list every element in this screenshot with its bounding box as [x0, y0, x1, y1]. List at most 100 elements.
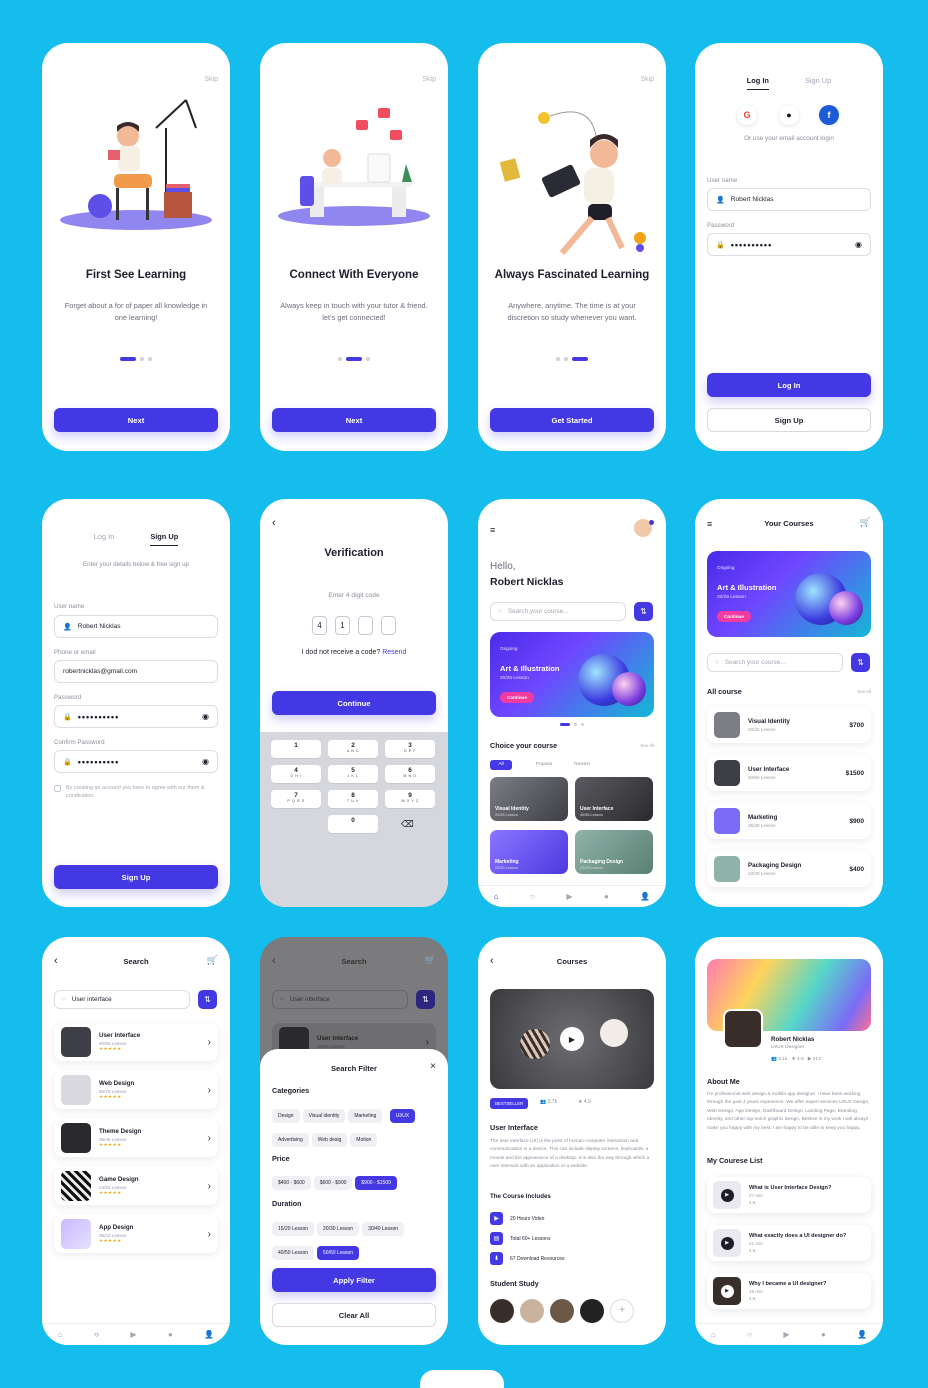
avatar[interactable]	[550, 1299, 574, 1323]
filter-tab-newest[interactable]: Newest	[574, 762, 590, 767]
key-7[interactable]: 7P Q R S	[271, 790, 321, 808]
resend-link[interactable]: Resend	[382, 649, 406, 656]
cart-icon[interactable]: 🛒	[425, 955, 436, 966]
chip[interactable]: Marketing	[348, 1109, 383, 1123]
signup-button[interactable]: Sign Up	[707, 408, 871, 432]
chat-icon[interactable]: ●	[168, 1330, 173, 1339]
username-field[interactable]: 👤 Robert Nicklas	[707, 188, 871, 211]
list-item[interactable]: Visual Identity 20/25 Lesson $700	[707, 707, 871, 743]
avatar[interactable]	[520, 1299, 544, 1323]
password-field[interactable]: 🔒 •••••••••• ◉	[707, 233, 871, 256]
backspace-icon[interactable]: ⌫	[401, 819, 414, 830]
list-item[interactable]: Marketing 25/39 Lesson $900	[707, 803, 871, 839]
chip[interactable]: Visual identity	[302, 1109, 346, 1123]
next-button[interactable]: Next	[272, 408, 436, 432]
filter-button[interactable]: ⇅	[198, 990, 217, 1009]
chat-icon[interactable]: ●	[821, 1330, 826, 1339]
terms-checkbox[interactable]	[54, 785, 61, 792]
chip[interactable]: 40/50 Lesson	[272, 1246, 315, 1260]
chip[interactable]: $600 - $900	[313, 1176, 353, 1190]
search-icon[interactable]: ○	[94, 1330, 99, 1339]
tab-signup[interactable]: Sign Up	[805, 76, 831, 90]
cart-icon[interactable]: 🛒	[860, 517, 871, 528]
course-card[interactable]: Visual Identity 20/25 Lesson	[490, 777, 568, 821]
add-student-button[interactable]: +	[610, 1299, 634, 1323]
key-8[interactable]: 8T U V	[328, 790, 378, 808]
play-icon[interactable]: ▶	[566, 892, 572, 901]
continue-button[interactable]: Continue	[272, 691, 436, 715]
chip[interactable]: Advertising	[272, 1133, 309, 1147]
key-2[interactable]: 2A B C	[328, 740, 378, 758]
chip[interactable]: Web desig	[311, 1133, 348, 1147]
video-item[interactable]: ▶ What is User Interface Design? 27 min 4.9	[707, 1177, 871, 1213]
video-item[interactable]: ▶ What exactly does a UI designer do? 21 m…	[707, 1225, 871, 1261]
code-digit-3[interactable]	[358, 616, 373, 635]
skip-link[interactable]: Skip	[204, 76, 218, 83]
chip[interactable]: UI/UX	[389, 1109, 416, 1123]
key-0[interactable]: 0	[328, 815, 378, 833]
clear-all-button[interactable]: Clear All	[272, 1303, 436, 1327]
email-field[interactable]: robertnicklas@gmail.com	[54, 660, 218, 683]
search-icon[interactable]: ○	[530, 892, 535, 901]
filter-button[interactable]: ⇅	[634, 602, 653, 621]
eye-icon[interactable]: ◉	[202, 757, 209, 766]
username-field[interactable]: 👤 Robert Nicklas	[54, 615, 218, 638]
signup-button[interactable]: Sign Up	[54, 865, 218, 889]
login-button[interactable]: Log In	[707, 373, 871, 397]
key-5[interactable]: 5J K L	[328, 765, 378, 783]
course-card[interactable]: Packaging Design 23/29 Lesson	[575, 830, 653, 874]
chip[interactable]: 20/30 Lesson	[317, 1222, 360, 1236]
menu-icon[interactable]: ≡	[490, 525, 495, 535]
see-all-link[interactable]: See All	[857, 689, 871, 694]
home-icon[interactable]: ⌂	[711, 1330, 716, 1339]
skip-link[interactable]: Skip	[422, 76, 436, 83]
continue-button[interactable]: Continue	[500, 692, 534, 703]
video-item[interactable]: ▶ Why I became a UI designer? 19 min 4.9	[707, 1273, 871, 1309]
chip[interactable]: 30/40 Lesson	[362, 1222, 405, 1236]
tab-login[interactable]: Log In	[94, 532, 115, 546]
course-video[interactable]: ▶	[490, 989, 654, 1089]
play-icon[interactable]: ▶	[560, 1027, 584, 1051]
list-item[interactable]: App Design 36/42 Lesson ★★★★★ ›	[54, 1215, 218, 1253]
course-card[interactable]: User Interface 40/56 Lesson	[575, 777, 653, 821]
eye-icon[interactable]: ◉	[202, 712, 209, 721]
continue-button[interactable]: Continue	[717, 611, 751, 622]
list-item[interactable]: Game Design 24/32 Lesson ★★★★★ ›	[54, 1167, 218, 1205]
close-icon[interactable]: ×	[430, 1061, 436, 1072]
course-card[interactable]: Marketing 25/39 Lesson	[490, 830, 568, 874]
ongoing-course-card[interactable]: Ongoing Art & Illustration 20/25 Lesson …	[707, 551, 871, 637]
key-6[interactable]: 6M N O	[385, 765, 435, 783]
chat-icon[interactable]: ●	[604, 892, 609, 901]
code-digit-1[interactable]: 4	[312, 616, 327, 635]
confirm-password-field[interactable]: 🔒 •••••••••• ◉	[54, 750, 218, 773]
key-4[interactable]: 4G H I	[271, 765, 321, 783]
search-input[interactable]: ○ Search your course...	[490, 602, 626, 621]
chip[interactable]: Motion	[350, 1133, 378, 1147]
chip[interactable]: Design	[272, 1109, 300, 1123]
google-icon[interactable]: G	[737, 105, 757, 125]
tab-signup[interactable]: Sign Up	[150, 532, 179, 546]
code-digit-4[interactable]	[381, 616, 396, 635]
profile-icon[interactable]: 👤	[857, 1330, 867, 1339]
profile-icon[interactable]: 👤	[204, 1330, 214, 1339]
search-input[interactable]: ○ User interface	[54, 990, 190, 1009]
list-item[interactable]: Packaging Design 23/29 Lesson $400	[707, 851, 871, 887]
back-icon[interactable]: ‹	[272, 517, 276, 529]
tab-login[interactable]: Log In	[746, 76, 769, 90]
home-icon[interactable]: ⌂	[58, 1330, 63, 1339]
facebook-icon[interactable]: f	[819, 105, 839, 125]
filter-button[interactable]: ⇅	[851, 653, 870, 672]
filter-tab-all[interactable]: All	[490, 760, 512, 770]
play-icon[interactable]: ▶	[783, 1330, 789, 1339]
chip[interactable]: 15/20 Lesson	[272, 1222, 315, 1236]
key-1[interactable]: 1	[271, 740, 321, 758]
chip[interactable]: 50/60 Lesson	[317, 1246, 360, 1260]
apple-icon[interactable]: ●	[779, 105, 799, 125]
cart-icon[interactable]: 🛒	[207, 955, 218, 966]
filter-tab-popular[interactable]: Popular	[536, 762, 553, 767]
play-icon[interactable]: ▶	[130, 1330, 136, 1339]
code-digit-2[interactable]: 1	[335, 616, 350, 635]
next-button[interactable]: Next	[54, 408, 218, 432]
ongoing-course-card[interactable]: Ongoing Art & Illustration 20/25 Lesson …	[490, 632, 654, 717]
key-3[interactable]: 3D E F	[385, 740, 435, 758]
